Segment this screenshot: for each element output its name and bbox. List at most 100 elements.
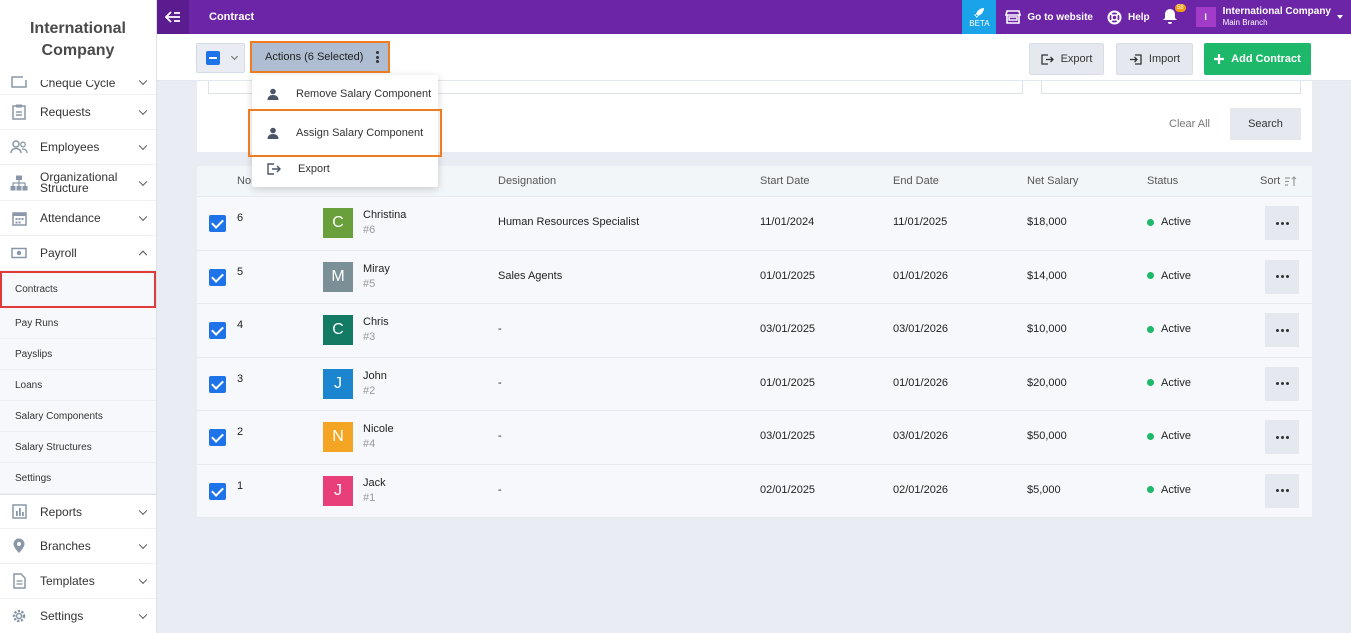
sidebar-item-attendance[interactable]: Attendance — [0, 201, 156, 236]
row-checkbox[interactable] — [209, 322, 226, 339]
net-salary-cell: $14,000 — [1027, 269, 1067, 282]
search-button[interactable]: Search — [1230, 108, 1301, 140]
end-date-cell: 11/01/2025 — [893, 216, 948, 228]
header-start-date[interactable]: Start Date — [760, 175, 810, 187]
chevron-up-icon — [138, 250, 148, 260]
employee-name[interactable]: Jack — [363, 477, 386, 489]
row-checkbox[interactable] — [209, 482, 226, 500]
employee-name-cell[interactable]: Nicole #4 — [363, 422, 394, 452]
sort-label: Sort — [1260, 175, 1281, 187]
arrow-left-icon — [165, 11, 180, 23]
help-link[interactable]: Help — [1107, 10, 1150, 25]
employee-name-cell[interactable]: Christina #6 — [363, 208, 406, 238]
employee-avatar: M — [323, 261, 353, 292]
sidebar-item-label: Reports — [40, 504, 83, 519]
menu-item-assign-salary-component[interactable]: Assign Salary Component — [248, 109, 442, 157]
sidebar-item-templates[interactable]: Templates — [0, 564, 156, 599]
designation-cell: - — [498, 376, 502, 389]
filter-input-secondary[interactable] — [1041, 81, 1301, 94]
clear-all-link[interactable]: Clear All — [1169, 118, 1210, 130]
status-dot — [1147, 218, 1154, 226]
header-end-date[interactable]: End Date — [893, 175, 939, 187]
header-net-salary[interactable]: Net Salary — [1027, 175, 1078, 187]
sidebar-item-settings[interactable]: Settings — [0, 599, 156, 633]
export-button[interactable]: Export — [1029, 43, 1104, 75]
employee-name-cell[interactable]: Chris #3 — [363, 315, 389, 345]
header-designation[interactable]: Designation — [498, 175, 556, 187]
sidebar-item-label: Employees — [40, 140, 100, 154]
row-more-button[interactable] — [1265, 420, 1299, 454]
row-more-button[interactable] — [1265, 313, 1299, 347]
row-more-button[interactable] — [1265, 366, 1299, 401]
row-checkbox[interactable] — [209, 429, 226, 446]
table-row[interactable]: 2 N Nicole #4 - 03/01/2025 03/01/2026 $50,000 Ac… — [197, 411, 1312, 465]
table-row[interactable]: 1 J Jack #1 - 02/01/2025 02/01/2026 $5,000 Activ… — [197, 464, 1312, 518]
employee-name[interactable]: Nicole — [363, 423, 394, 435]
employee-name[interactable]: John — [363, 370, 387, 382]
table-row[interactable]: 6 C Christina #6 Human Resources Specialist 1… — [197, 197, 1312, 251]
sidebar-subitem-contracts[interactable]: Contracts — [0, 271, 156, 308]
employee-avatar: C — [323, 315, 353, 345]
row-number: 5 — [237, 265, 244, 278]
export-icon — [267, 163, 281, 175]
chevron-down-icon — [138, 106, 148, 116]
company-switcher[interactable]: I International Company Main Branch — [1195, 6, 1343, 28]
chevron-down-icon — [138, 212, 148, 222]
sidebar-subitem-payslips[interactable]: Payslips — [0, 339, 156, 370]
sort-button[interactable]: Sort — [1260, 175, 1297, 187]
table-row[interactable]: 4 C Chris #3 - 03/01/2025 03/01/2026 $10,000 Act… — [197, 304, 1312, 358]
menu-item-remove-salary-component[interactable]: Remove Salary Component — [252, 76, 438, 112]
sidebar-item-reports[interactable]: Reports — [0, 494, 156, 529]
export-label: Export — [1060, 53, 1093, 65]
sidebar-subitem-salary-structures[interactable]: Salary Structures — [0, 432, 156, 463]
sidebar-item-branches[interactable]: Branches — [0, 529, 156, 564]
sidebar-item-requests[interactable]: Requests — [0, 95, 156, 130]
employee-name[interactable]: Miray — [363, 263, 390, 275]
bulk-select-dropdown[interactable] — [196, 43, 245, 73]
notifications-button[interactable]: 58 — [1162, 3, 1186, 27]
sidebar-item-payroll[interactable]: Payroll — [0, 236, 156, 271]
status-label: Active — [1161, 430, 1191, 442]
chevron-down-icon — [138, 76, 148, 86]
table-row[interactable]: 3 J John #2 - 01/01/2025 01/01/2026 $20,000 Acti… — [197, 357, 1312, 411]
employee-name[interactable]: Christina — [363, 209, 406, 221]
row-more-button[interactable] — [1265, 259, 1299, 294]
sidebar-item-employees[interactable]: Employees — [0, 130, 156, 165]
sidebar-subitem-settings[interactable]: Settings — [0, 463, 156, 494]
row-checkbox[interactable] — [209, 268, 226, 286]
chevron-down-icon — [138, 141, 148, 151]
beta-button[interactable]: BETA — [962, 0, 997, 34]
actions-button[interactable]: Actions (6 Selected) — [250, 41, 390, 73]
go-to-website-link[interactable]: Go to website — [1005, 10, 1093, 24]
sidebar-subitem-salary-components[interactable]: Salary Components — [0, 401, 156, 432]
employee-name[interactable]: Chris — [363, 316, 389, 328]
employee-avatar: J — [323, 475, 353, 506]
row-checkbox[interactable] — [209, 375, 226, 393]
select-all-checkbox[interactable] — [206, 51, 220, 65]
employee-avatar: J — [323, 368, 353, 399]
chevron-down-icon — [138, 506, 148, 515]
sidebar-subitem-loans[interactable]: Loans — [0, 370, 156, 401]
sidebar-subitem-pay-runs[interactable]: Pay Runs — [0, 308, 156, 339]
company-avatar: I — [1195, 7, 1216, 27]
status-badge: Active — [1147, 377, 1191, 389]
end-date-cell: 02/01/2026 — [893, 483, 949, 496]
row-checkbox[interactable] — [209, 215, 226, 232]
row-more-button[interactable] — [1265, 473, 1299, 508]
row-more-button[interactable] — [1265, 206, 1299, 240]
start-date-cell: 01/01/2025 — [760, 269, 816, 282]
header-status[interactable]: Status — [1147, 175, 1178, 187]
import-button[interactable]: Import — [1116, 43, 1193, 75]
sidebar-toggle-button[interactable] — [157, 0, 189, 34]
sidebar-item-organizational-structure[interactable]: Organizational Structure — [0, 165, 156, 201]
add-contract-button[interactable]: Add Contract — [1204, 43, 1311, 75]
start-date-cell: 11/01/2024 — [760, 216, 815, 228]
caret-down-icon — [1337, 15, 1343, 19]
employee-name-cell[interactable]: Miray #5 — [363, 262, 390, 292]
help-label: Help — [1127, 11, 1150, 23]
employee-name-cell[interactable]: John #2 — [363, 369, 387, 399]
table-row[interactable]: 5 M Miray #5 Sales Agents 01/01/2025 01/01/202… — [197, 250, 1312, 304]
employee-name-cell[interactable]: Jack #1 — [363, 476, 386, 506]
page-title: Contract — [209, 11, 255, 23]
menu-item-export[interactable]: Export — [252, 151, 438, 187]
